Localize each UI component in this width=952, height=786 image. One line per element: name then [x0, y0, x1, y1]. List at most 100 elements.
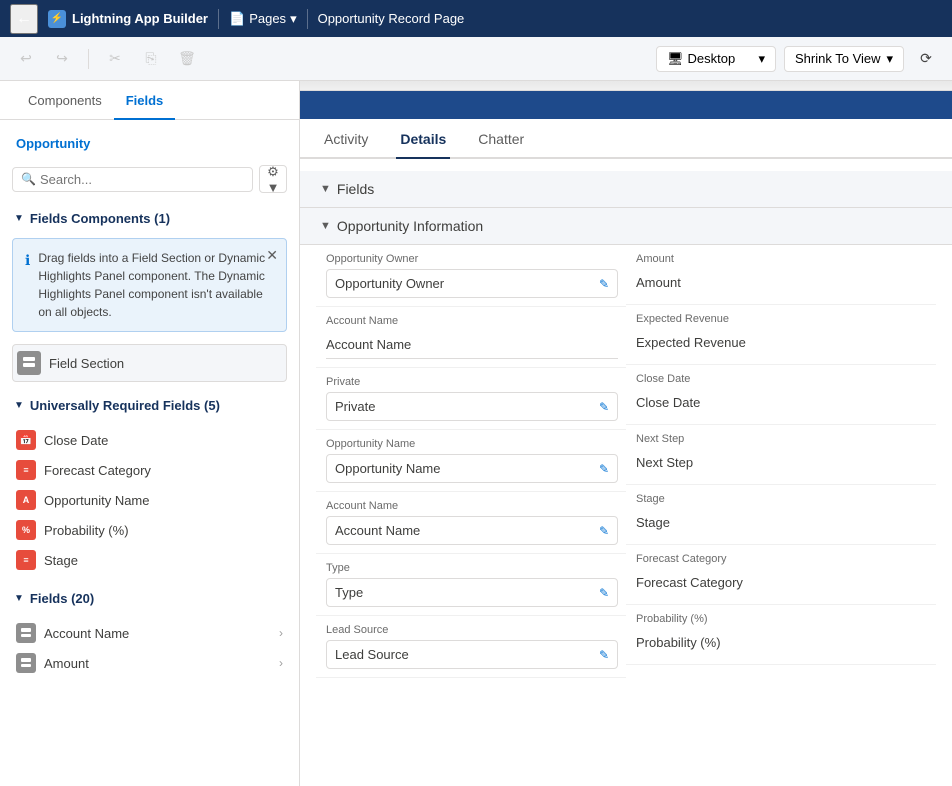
account-name-label: Account Name	[44, 626, 271, 641]
sidebar: Components Fields Opportunity 🔍 ⚙ ▼ ▼ Fi…	[0, 81, 300, 786]
field-value: Opportunity Owner	[335, 276, 444, 291]
stage-label: Stage	[44, 553, 78, 568]
field-value-static: Amount	[636, 269, 928, 296]
forecast-cat-label: Forecast Category	[44, 463, 151, 478]
field-value: Type	[335, 585, 363, 600]
opp-info-section: ▼ Opportunity Information Opportunity Ow…	[300, 208, 952, 678]
field-item: Amount Amount	[626, 245, 936, 305]
field-value-static: Account Name	[326, 331, 618, 359]
forecast-cat-icon: ≡	[16, 460, 36, 480]
list-item[interactable]: Amount ›	[12, 648, 287, 678]
view-selector[interactable]: Shrink To View ▾	[784, 46, 904, 72]
field-value: Opportunity Name	[335, 461, 441, 476]
fields-components-header[interactable]: ▼ Fields Components (1)	[12, 205, 287, 232]
delete-button[interactable]: 🗑	[173, 45, 201, 73]
field-section-item[interactable]: Field Section	[12, 344, 287, 382]
edit-icon[interactable]: ✎	[599, 524, 609, 538]
device-selector[interactable]: 🖥 Desktop ▾	[656, 46, 776, 72]
nav-divider	[218, 9, 219, 29]
info-text: Drag fields into a Field Section or Dyna…	[38, 249, 274, 321]
universally-required-header[interactable]: ▼ Universally Required Fields (5)	[12, 392, 287, 419]
fields-20-list: Account Name › Amount ›	[12, 618, 287, 678]
search-wrap: 🔍	[12, 167, 253, 192]
account-name-arrow: ›	[279, 626, 283, 640]
list-item[interactable]: 📅 Close Date	[12, 425, 287, 455]
fields-20-header[interactable]: ▼ Fields (20)	[12, 585, 287, 612]
field-label: Private	[326, 376, 618, 388]
fields-grid: Opportunity Owner Opportunity Owner ✎ Ac…	[300, 245, 952, 678]
field-label: Lead Source	[326, 624, 618, 636]
fields-panel-header[interactable]: ▼ Fields	[300, 171, 952, 208]
fields-panel-caret: ▼	[320, 183, 331, 195]
fields-20-label: Fields (20)	[30, 591, 94, 606]
undo-button[interactable]: ↩	[12, 45, 40, 73]
field-item: Account Name Account Name	[316, 307, 626, 368]
edit-icon[interactable]: ✎	[599, 400, 609, 414]
sidebar-content: Opportunity 🔍 ⚙ ▼ ▼ Fields Components (1…	[0, 120, 299, 786]
list-item[interactable]: ≡ Forecast Category	[12, 455, 287, 485]
cut-button[interactable]: ✂	[101, 45, 129, 73]
opp-info-header[interactable]: ▼ Opportunity Information	[300, 208, 952, 245]
record-tabs: Activity Details Chatter	[300, 119, 952, 159]
pages-button[interactable]: 📄 Pages ▾	[229, 11, 297, 27]
redo-button[interactable]: ↪	[48, 45, 76, 73]
pages-label: Pages	[249, 11, 286, 26]
stage-icon: ≡	[16, 550, 36, 570]
field-value-row[interactable]: Opportunity Owner ✎	[326, 269, 618, 298]
pages-icon: 📄	[229, 11, 245, 27]
desktop-icon: 🖥	[667, 51, 684, 67]
list-item[interactable]: Account Name ›	[12, 618, 287, 648]
field-value-row[interactable]: Type ✎	[326, 578, 618, 607]
search-input[interactable]	[40, 172, 244, 187]
field-value-row[interactable]: Lead Source ✎	[326, 640, 618, 669]
tab-fields[interactable]: Fields	[114, 81, 176, 120]
opp-info-caret: ▼	[320, 220, 331, 232]
universally-required-caret: ▼	[14, 400, 24, 411]
sidebar-tabs: Components Fields	[0, 81, 299, 120]
back-button[interactable]: ←	[10, 4, 38, 34]
tab-details[interactable]: Details	[396, 119, 450, 159]
edit-icon[interactable]: ✎	[599, 648, 609, 662]
field-value: Account Name	[335, 523, 420, 538]
tab-chatter[interactable]: Chatter	[474, 119, 528, 159]
info-icon: ℹ	[25, 250, 30, 321]
page-title-label: Opportunity Record Page	[318, 11, 465, 26]
edit-icon[interactable]: ✎	[599, 277, 609, 291]
info-close-button[interactable]: ✕	[266, 245, 278, 266]
list-item[interactable]: ≡ Stage	[12, 545, 287, 575]
main-layout: Components Fields Opportunity 🔍 ⚙ ▼ ▼ Fi…	[0, 81, 952, 786]
field-item: Account Name Account Name ✎	[316, 492, 626, 554]
close-date-label: Close Date	[44, 433, 108, 448]
copy-button[interactable]: ⎘	[137, 45, 165, 73]
refresh-button[interactable]: ⟳	[912, 45, 940, 73]
field-label: Probability (%)	[636, 613, 928, 625]
list-item[interactable]: % Probability (%)	[12, 515, 287, 545]
amount-icon	[16, 653, 36, 673]
list-item[interactable]: A Opportunity Name	[12, 485, 287, 515]
gear-button[interactable]: ⚙ ▼	[259, 165, 287, 193]
field-value-static: Probability (%)	[636, 629, 928, 656]
app-name-section: ⚡ Lightning App Builder	[48, 10, 208, 28]
field-label: Account Name	[326, 315, 618, 327]
opp-info-title: Opportunity Information	[337, 218, 483, 234]
field-value-static: Close Date	[636, 389, 928, 416]
tab-components[interactable]: Components	[16, 81, 114, 120]
field-value-row[interactable]: Opportunity Name ✎	[326, 454, 618, 483]
account-name-icon	[16, 623, 36, 643]
field-label: Opportunity Owner	[326, 253, 618, 265]
pages-dropdown-icon: ▾	[290, 11, 297, 27]
tab-activity[interactable]: Activity	[320, 119, 372, 159]
amount-label: Amount	[44, 656, 271, 671]
field-value-static: Forecast Category	[636, 569, 928, 596]
field-value-static: Next Step	[636, 449, 928, 476]
fields-components-label: Fields Components (1)	[30, 211, 170, 226]
edit-icon[interactable]: ✎	[599, 586, 609, 600]
field-label: Close Date	[636, 373, 928, 385]
field-value: Lead Source	[335, 647, 409, 662]
field-value-row[interactable]: Account Name ✎	[326, 516, 618, 545]
search-icon: 🔍	[21, 172, 36, 186]
field-value-row[interactable]: Private ✎	[326, 392, 618, 421]
edit-icon[interactable]: ✎	[599, 462, 609, 476]
view-dropdown-icon: ▾	[886, 51, 893, 67]
field-label: Forecast Category	[636, 553, 928, 565]
